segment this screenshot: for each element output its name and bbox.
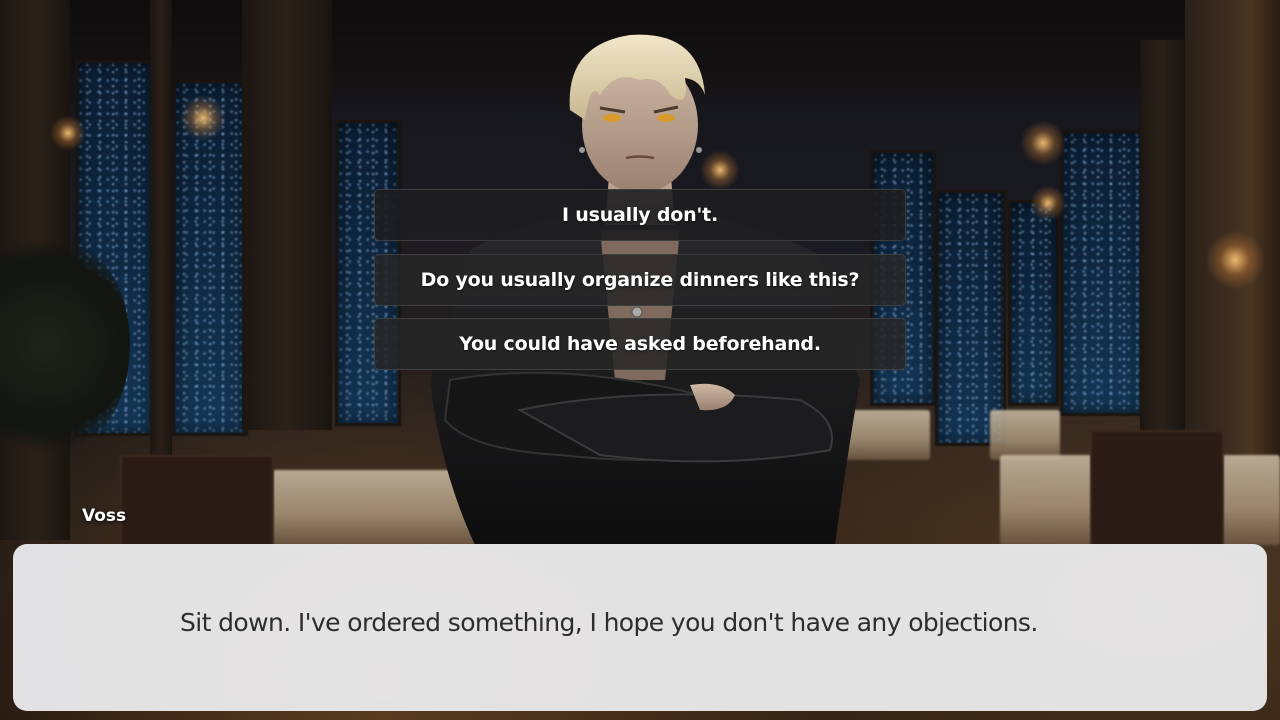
game-stage[interactable]: I usually don't. Do you usually organize… [0,0,1280,720]
choice-button-3[interactable]: You could have asked beforehand. [374,318,906,370]
dialogue-text: Sit down. I've ordered something, I hope… [180,608,1038,637]
dialogue-box[interactable]: Sit down. I've ordered something, I hope… [13,544,1267,711]
speaker-name: Voss [82,506,127,526]
earring-shape [579,147,585,153]
pendant-shape [631,306,643,318]
eye-shape [657,114,675,122]
earring-shape [696,147,702,153]
choice-button-1[interactable]: I usually don't. [374,189,906,241]
eye-shape [603,114,621,122]
choice-button-2[interactable]: Do you usually organize dinners like thi… [374,254,906,306]
